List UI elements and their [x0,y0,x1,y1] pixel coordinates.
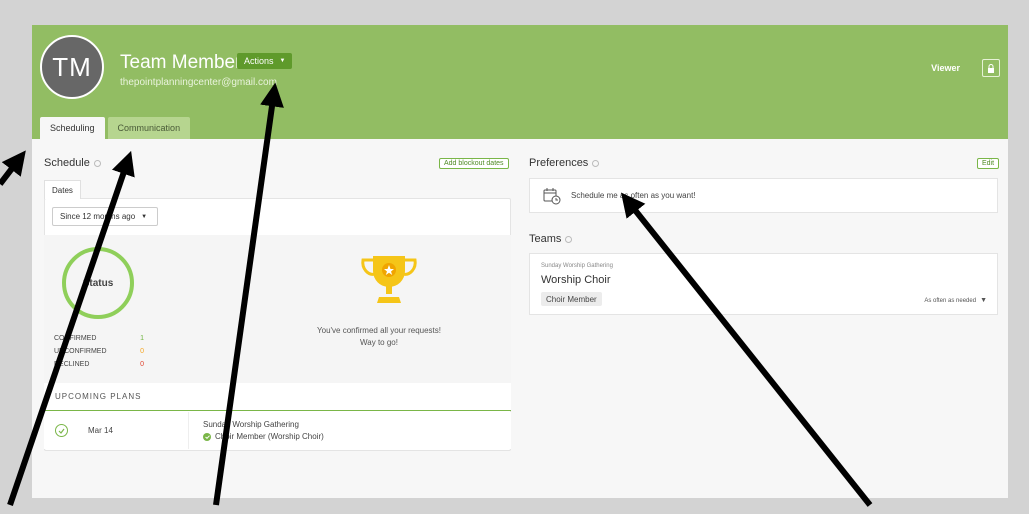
actions-button[interactable]: Actions ▼ [237,53,293,69]
frequency-value: As often as needed [924,297,977,304]
plan-info: Sunday Worship Gathering Choir Member (W… [203,419,324,443]
app-frame: TM Team Member Actions ▼ thepointplannin… [32,25,1008,498]
calendar-clock-icon [543,187,561,204]
trophy-icon [361,256,417,303]
team-name: Worship Choir [541,274,611,286]
confirmation-line-1: You've confirmed all your requests! [317,326,441,335]
permission-lock-button[interactable] [982,59,1000,77]
confirmation-line-2: Way to go! [360,338,398,347]
tab-dates[interactable]: Dates [44,180,81,199]
caret-down-icon: ▼ [980,297,987,304]
plan-date: Mar 14 [88,426,113,435]
tab-communication[interactable]: Communication [107,117,191,139]
stat-label: UNCONFIRMED [54,348,107,355]
avatar: TM [40,35,104,99]
confirmation-message: You've confirmed all your requests! Way … [289,325,469,349]
date-range-value: Since 12 months ago [60,212,136,221]
confirmed-check-icon [203,432,211,441]
permission-label: Viewer [931,63,960,73]
plan-role: Choir Member (Worship Choir) [215,431,324,441]
lock-icon [988,63,994,73]
schedule-title: Schedule [44,157,90,169]
edit-preferences-button[interactable]: Edit [977,158,1000,169]
profile-tabs: Scheduling Communication [40,117,191,139]
date-range-select[interactable]: Since 12 months ago ▼ [52,207,158,226]
person-name: Team Member [120,52,242,73]
status-ring: Status [62,247,134,319]
team-service-type: Sunday Worship Gathering [541,263,613,269]
caret-down-icon: ▼ [141,213,148,220]
frequency-select[interactable]: As often as needed ▼ [924,297,987,304]
divider [188,412,189,449]
stat-confirmed: CONFIRMED 1 [54,335,144,342]
stat-declined: DECLINED 0 [54,361,144,368]
stat-value: 0 [140,361,144,368]
plan-role-line: Choir Member (Worship Choir) [203,431,324,443]
profile-header: TM Team Member Actions ▼ thepointplannin… [32,25,1008,139]
check-circle-icon [55,424,68,437]
stat-label: CONFIRMED [54,335,97,342]
preferences-card: Schedule me as often as you want! [529,178,998,213]
team-role-chip: Choir Member [541,292,602,306]
tab-scheduling[interactable]: Scheduling [40,117,105,139]
annotation-arrow [0,150,26,186]
stat-value: 0 [140,348,144,355]
preferences-title: Preferences [529,157,589,169]
caret-down-icon: ▼ [279,58,286,64]
stat-unconfirmed: UNCONFIRMED 0 [54,348,144,355]
info-icon[interactable] [592,159,600,167]
stat-value: 1 [140,335,144,342]
schedule-heading: Schedule [44,157,101,169]
add-blockout-dates-button[interactable]: Add blockout dates [439,158,509,169]
status-label: Status [82,277,114,289]
plan-row[interactable]: Mar 14 Sunday Worship Gathering Choir Me… [44,412,511,449]
status-summary: Status CONFIRMED 1 UNCONFIRMED 0 DECLINE… [44,235,511,383]
teams-title: Teams [529,233,562,245]
upcoming-plans-heading: UPCOMING PLANS [44,383,511,411]
info-icon[interactable] [565,235,573,243]
info-icon[interactable] [93,159,101,167]
person-email: thepointplanningcenter@gmail.com [120,77,277,88]
stat-label: DECLINED [54,361,90,368]
preferences-text: Schedule me as often as you want! [571,191,696,200]
preferences-heading: Preferences [529,157,600,169]
actions-label: Actions [244,56,274,66]
plan-service: Sunday Worship Gathering [203,419,299,429]
teams-heading: Teams [529,233,573,245]
team-card: Sunday Worship Gathering Worship Choir C… [529,253,998,315]
